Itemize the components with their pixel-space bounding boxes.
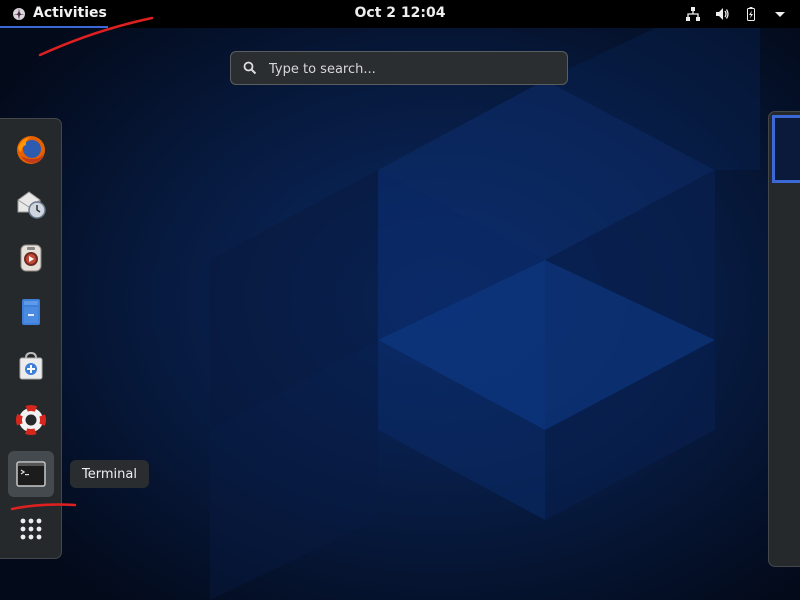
- dash-item-terminal[interactable]: [8, 451, 54, 497]
- dash-item-firefox[interactable]: [8, 127, 54, 173]
- top-bar: Activities Oct 2 12:04: [0, 0, 800, 28]
- dash-item-rhythmbox[interactable]: [8, 235, 54, 281]
- rhythmbox-icon: [20, 244, 42, 272]
- software-icon: [19, 351, 43, 380]
- app-grid-icon: [20, 518, 42, 540]
- help-icon: [15, 405, 46, 435]
- workspace-switcher: [768, 111, 800, 567]
- system-menu-arrow-icon: [775, 12, 785, 17]
- dash: [0, 118, 62, 559]
- volume-icon: [716, 8, 729, 20]
- activities-label: Activities: [33, 5, 107, 21]
- search-icon: [243, 61, 257, 75]
- search-bar[interactable]: [230, 51, 568, 86]
- evolution-mail-icon: [17, 191, 46, 219]
- show-applications-button[interactable]: [8, 506, 54, 552]
- dash-item-evolution[interactable]: [8, 181, 54, 227]
- dash-tooltip: Terminal: [70, 460, 149, 488]
- dash-item-files[interactable]: [8, 289, 54, 335]
- terminal-icon: [16, 461, 46, 487]
- activities-indicator: [0, 26, 108, 28]
- activities-button[interactable]: Activities: [0, 0, 108, 28]
- files-icon: [22, 299, 40, 325]
- dash-item-help[interactable]: [8, 397, 54, 443]
- clock[interactable]: Oct 2 12:04: [355, 5, 446, 21]
- network-icon: [686, 7, 700, 21]
- distro-logo-icon: [13, 8, 25, 20]
- system-menu[interactable]: [685, 5, 788, 23]
- desktop-background: [0, 0, 800, 600]
- firefox-icon: [17, 136, 45, 164]
- dash-item-software[interactable]: [8, 343, 54, 389]
- workspace-thumbnail[interactable]: [772, 115, 800, 183]
- battery-icon: [747, 7, 755, 21]
- search-input[interactable]: [267, 52, 561, 86]
